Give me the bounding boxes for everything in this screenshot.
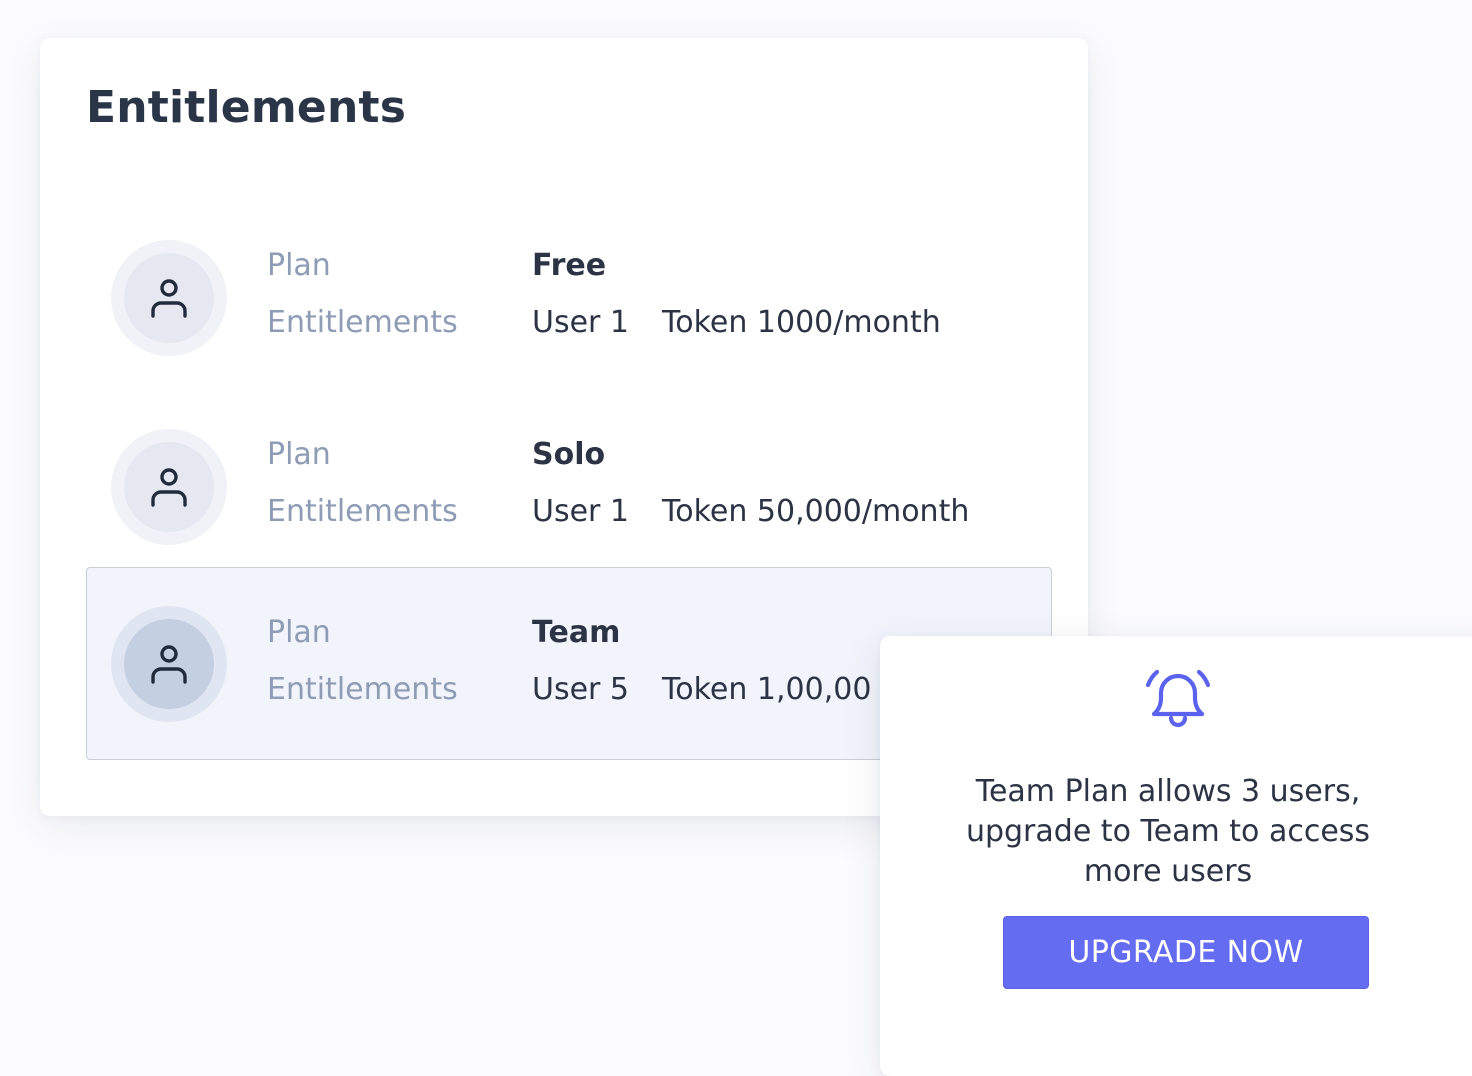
avatar <box>111 240 227 356</box>
plan-row-solo[interactable]: Plan Entitlements Solo User 1 Token 50,0… <box>86 390 1052 580</box>
bell-icon <box>1145 669 1211 728</box>
entitlements-label: Entitlements <box>267 672 458 707</box>
entitlements-label: Entitlements <box>267 305 458 340</box>
user-icon <box>151 468 187 507</box>
upgrade-now-button[interactable]: UPGRADE NOW <box>1003 916 1369 989</box>
avatar <box>111 606 227 722</box>
plan-label: Plan <box>267 615 331 650</box>
user-icon <box>151 645 187 684</box>
upgrade-message: Team Plan allows 3 users, upgrade to Tea… <box>965 774 1371 889</box>
avatar <box>111 429 227 545</box>
page-title: Entitlements <box>86 82 407 133</box>
user-entitlement: User 1 <box>532 305 630 340</box>
plan-label: Plan <box>267 437 331 472</box>
user-entitlement: User 5 <box>532 672 630 707</box>
plan-row-free[interactable]: Plan Entitlements Free User 1 Token 1000… <box>86 201 1052 391</box>
plan-name: Solo <box>532 437 606 472</box>
token-entitlement: Token 1,00,00 <box>662 672 872 707</box>
token-entitlement: Token 1000/month <box>662 305 941 340</box>
upgrade-popup: Team Plan allows 3 users, upgrade to Tea… <box>880 636 1472 1076</box>
token-entitlement: Token 50,000/month <box>662 494 970 529</box>
plan-name: Team <box>532 615 621 650</box>
plan-name: Free <box>532 248 607 283</box>
user-entitlement: User 1 <box>532 494 630 529</box>
plan-label: Plan <box>267 248 331 283</box>
entitlements-label: Entitlements <box>267 494 458 529</box>
user-icon <box>151 279 187 318</box>
